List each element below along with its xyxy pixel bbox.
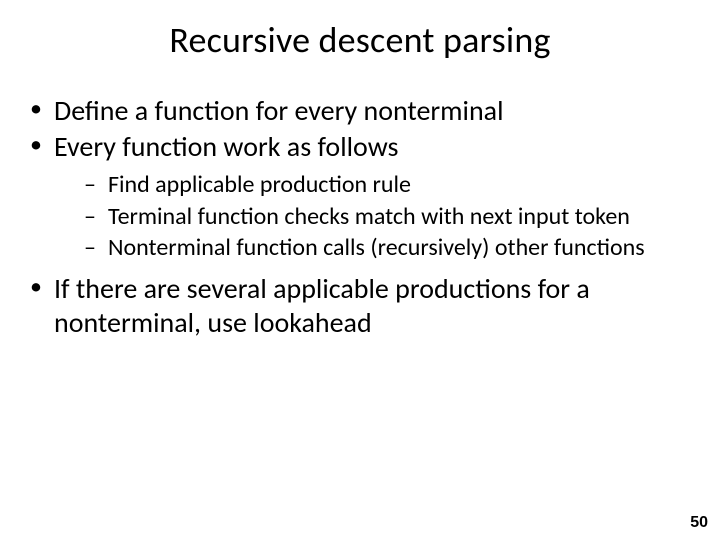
slide-title: Recursive descent parsing: [0, 0, 720, 70]
slide-body: Define a function for every nonterminal …: [0, 70, 720, 340]
slide: Recursive descent parsing Define a funct…: [0, 0, 720, 540]
sub-bullet-item: Find applicable production rule: [54, 170, 696, 199]
page-number: 50: [690, 514, 708, 532]
bullet-list: Define a function for every nonterminal …: [24, 94, 696, 340]
sub-bullet-item: Nonterminal function calls (recursively)…: [54, 233, 696, 262]
bullet-item: Every function work as follows Find appl…: [24, 130, 696, 262]
bullet-item: If there are several applicable producti…: [24, 272, 696, 340]
bullet-text: Every function work as follows: [54, 129, 398, 164]
sub-bullet-item: Terminal function checks match with next…: [54, 202, 696, 231]
bullet-item: Define a function for every nonterminal: [24, 94, 696, 128]
sub-bullet-list: Find applicable production rule Terminal…: [54, 170, 696, 262]
